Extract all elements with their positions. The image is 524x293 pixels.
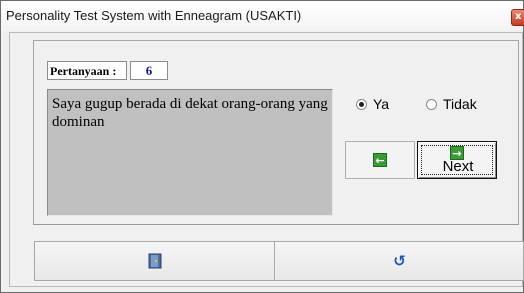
question-number-box: 6 xyxy=(130,61,168,80)
refresh-icon: ↺ xyxy=(393,252,406,270)
question-panel: Pertanyaan : 6 Saya gugup berada di deka… xyxy=(33,40,519,225)
answer-yes-label: Ya xyxy=(373,96,390,112)
next-button[interactable]: → Next xyxy=(417,141,497,179)
radio-yes-indicator[interactable] xyxy=(356,98,367,110)
answer-yes-radio[interactable]: Ya xyxy=(356,95,389,113)
close-icon: x xyxy=(515,11,522,22)
arrow-left-icon: ← xyxy=(373,153,387,167)
question-label: Pertanyaan : xyxy=(50,64,117,78)
answer-no-label: Tidak xyxy=(443,96,477,112)
back-button[interactable]: ← xyxy=(345,141,415,179)
window-title: Personality Test System with Enneagram (… xyxy=(6,8,302,23)
answer-no-radio[interactable]: Tidak xyxy=(426,95,477,113)
app-window: Personality Test System with Enneagram (… xyxy=(0,0,524,293)
title-bar[interactable]: Personality Test System with Enneagram (… xyxy=(1,1,524,31)
question-text: Saya gugup berada di dekat orang-orang y… xyxy=(52,96,328,130)
radio-no-indicator[interactable] xyxy=(426,98,437,110)
close-button[interactable]: x xyxy=(511,9,524,26)
question-label-box: Pertanyaan : xyxy=(47,61,127,80)
question-number: 6 xyxy=(145,63,153,78)
door-exit-icon xyxy=(148,253,161,269)
question-text-box: Saya gugup berada di dekat orang-orang y… xyxy=(47,89,333,216)
exit-button[interactable] xyxy=(35,242,275,280)
next-button-focus: → Next xyxy=(421,145,493,175)
dialog-client-area: Pertanyaan : 6 Saya gugup berada di deka… xyxy=(9,32,524,287)
refresh-button[interactable]: ↺ xyxy=(276,242,523,280)
footer-toolbar: ↺ xyxy=(34,241,524,281)
next-button-label: Next xyxy=(442,158,474,175)
